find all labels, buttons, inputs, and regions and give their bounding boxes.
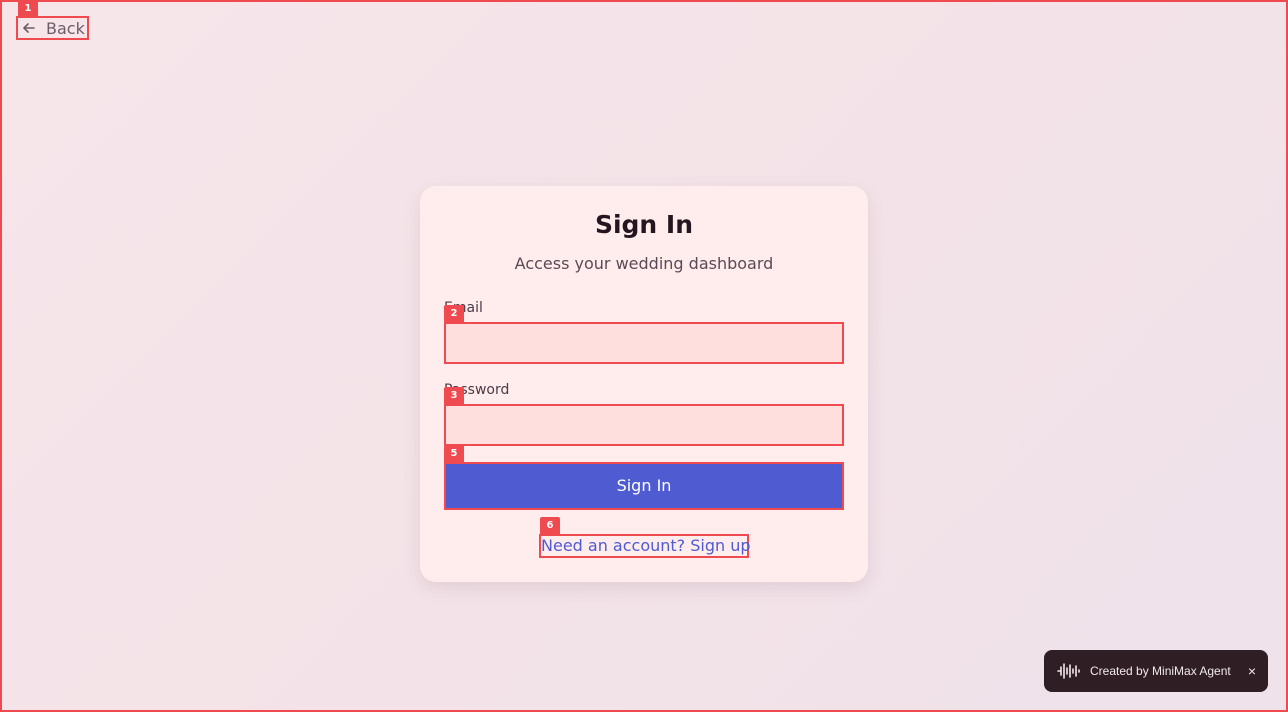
annotation-marker-2: 2 bbox=[444, 305, 464, 323]
annotation-marker-1: 1 bbox=[18, 0, 38, 18]
back-link-label: Back bbox=[46, 18, 85, 38]
signup-link[interactable]: Need an account? Sign up bbox=[539, 534, 751, 558]
page-title: Sign In bbox=[594, 210, 694, 239]
sign-in-button[interactable]: Sign In bbox=[444, 462, 844, 510]
badge-text: Created by MiniMax Agent bbox=[1090, 664, 1231, 678]
arrow-left-icon bbox=[20, 19, 38, 37]
annotation-marker-6: 6 bbox=[540, 517, 560, 535]
waveform-icon bbox=[1056, 662, 1082, 680]
created-by-badge: Created by MiniMax Agent × bbox=[1044, 650, 1268, 692]
annotation-marker-5: 5 bbox=[444, 445, 464, 463]
sign-in-card: Sign In Access your wedding dashboard Em… bbox=[420, 186, 868, 582]
page-subtitle: Access your wedding dashboard bbox=[514, 254, 774, 273]
annotation-marker-3: 3 bbox=[444, 387, 464, 405]
email-input[interactable] bbox=[444, 322, 844, 364]
back-link[interactable]: Back bbox=[16, 16, 89, 40]
close-icon[interactable]: × bbox=[1248, 664, 1256, 678]
password-input[interactable] bbox=[444, 404, 844, 446]
